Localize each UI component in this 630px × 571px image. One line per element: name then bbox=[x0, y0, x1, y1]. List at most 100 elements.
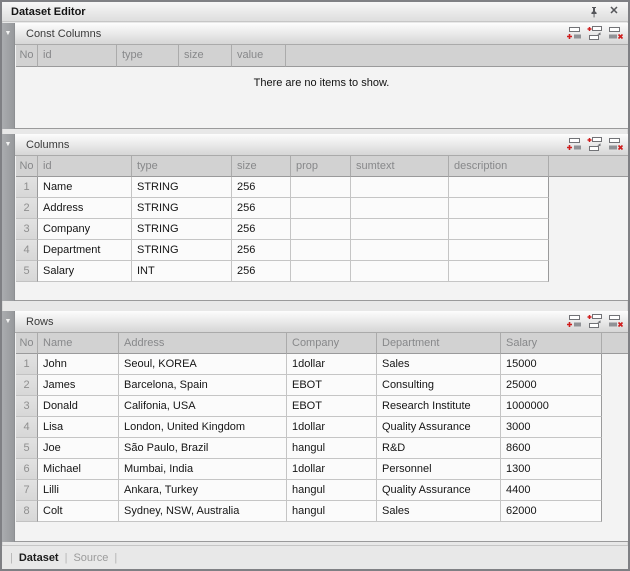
insert-row-button[interactable] bbox=[586, 136, 604, 153]
grid-cell-id[interactable]: Salary bbox=[38, 261, 132, 282]
grid-cell-id[interactable]: Address bbox=[38, 198, 132, 219]
grid-cell-id[interactable]: Name bbox=[38, 177, 132, 198]
grid-cell-department[interactable]: Quality Assurance bbox=[377, 480, 501, 501]
grid-cell-salary[interactable]: 3000 bbox=[501, 417, 602, 438]
grid-cell-company[interactable]: 1dollar bbox=[287, 459, 377, 480]
grid-cell-name[interactable]: Lilli bbox=[38, 480, 119, 501]
grid-cell-prop[interactable] bbox=[291, 240, 351, 261]
row-number-cell[interactable]: 5 bbox=[16, 261, 38, 282]
grid-cell-name[interactable]: James bbox=[38, 375, 119, 396]
grid-cell-type[interactable]: STRING bbox=[132, 219, 232, 240]
grid-cell-address[interactable]: Califonia, USA bbox=[119, 396, 287, 417]
grid-cell-salary[interactable]: 1300 bbox=[501, 459, 602, 480]
row-number-cell[interactable]: 3 bbox=[16, 396, 38, 417]
grid-cell-id[interactable]: Department bbox=[38, 240, 132, 261]
row-number-cell[interactable]: 7 bbox=[16, 480, 38, 501]
tab-dataset[interactable]: Dataset bbox=[19, 552, 59, 564]
grid-cell-department[interactable]: Sales bbox=[377, 501, 501, 522]
grid-cell-company[interactable]: hangul bbox=[287, 438, 377, 459]
grid-cell-salary[interactable]: 8600 bbox=[501, 438, 602, 459]
grid-cell-salary[interactable]: 4400 bbox=[501, 480, 602, 501]
grid-cell-name[interactable]: John bbox=[38, 354, 119, 375]
close-icon[interactable]: ✕ bbox=[606, 4, 622, 19]
grid-cell-description[interactable] bbox=[449, 261, 549, 282]
row-number-cell[interactable]: 6 bbox=[16, 459, 38, 480]
grid-cell-address[interactable]: Mumbai, India bbox=[119, 459, 287, 480]
delete-row-button[interactable] bbox=[607, 25, 625, 42]
row-number-cell[interactable]: 8 bbox=[16, 501, 38, 522]
delete-row-button[interactable] bbox=[607, 313, 625, 330]
grid-cell-company[interactable]: 1dollar bbox=[287, 417, 377, 438]
grid-cell-id[interactable]: Company bbox=[38, 219, 132, 240]
insert-row-button[interactable] bbox=[586, 313, 604, 330]
collapse-strip[interactable]: ▼ bbox=[2, 134, 15, 301]
add-row-button[interactable] bbox=[565, 25, 583, 42]
row-number-cell[interactable]: 4 bbox=[16, 240, 38, 261]
grid-cell-sumtext[interactable] bbox=[351, 219, 449, 240]
grid-cell-description[interactable] bbox=[449, 177, 549, 198]
row-number-cell[interactable]: 3 bbox=[16, 219, 38, 240]
grid-cell-sumtext[interactable] bbox=[351, 261, 449, 282]
grid-cell-size[interactable]: 256 bbox=[232, 261, 291, 282]
grid-cell-size[interactable]: 256 bbox=[232, 198, 291, 219]
grid-cell-salary[interactable]: 1000000 bbox=[501, 396, 602, 417]
grid-cell-address[interactable]: Seoul, KOREA bbox=[119, 354, 287, 375]
grid-cell-company[interactable]: EBOT bbox=[287, 396, 377, 417]
grid-cell-name[interactable]: Joe bbox=[38, 438, 119, 459]
grid-cell-description[interactable] bbox=[449, 240, 549, 261]
grid-cell-type[interactable]: STRING bbox=[132, 198, 232, 219]
grid-cell-address[interactable]: Sydney, NSW, Australia bbox=[119, 501, 287, 522]
pin-icon[interactable] bbox=[586, 4, 602, 19]
grid-cell-prop[interactable] bbox=[291, 261, 351, 282]
grid-cell-company[interactable]: EBOT bbox=[287, 375, 377, 396]
grid-cell-prop[interactable] bbox=[291, 219, 351, 240]
grid-cell-address[interactable]: Barcelona, Spain bbox=[119, 375, 287, 396]
row-number-cell[interactable]: 4 bbox=[16, 417, 38, 438]
grid-cell-size[interactable]: 256 bbox=[232, 240, 291, 261]
grid-cell-description[interactable] bbox=[449, 198, 549, 219]
row-number-cell[interactable]: 2 bbox=[16, 375, 38, 396]
row-number-cell[interactable]: 1 bbox=[16, 177, 38, 198]
grid-cell-department[interactable]: R&D bbox=[377, 438, 501, 459]
grid-cell-name[interactable]: Lisa bbox=[38, 417, 119, 438]
grid-cell-address[interactable]: São Paulo, Brazil bbox=[119, 438, 287, 459]
grid-cell-salary[interactable]: 15000 bbox=[501, 354, 602, 375]
grid-cell-description[interactable] bbox=[449, 219, 549, 240]
grid-cell-salary[interactable]: 62000 bbox=[501, 501, 602, 522]
grid-cell-type[interactable]: STRING bbox=[132, 240, 232, 261]
grid-cell-sumtext[interactable] bbox=[351, 198, 449, 219]
grid-cell-sumtext[interactable] bbox=[351, 177, 449, 198]
grid-cell-department[interactable]: Personnel bbox=[377, 459, 501, 480]
grid-cell-department[interactable]: Quality Assurance bbox=[377, 417, 501, 438]
collapse-strip[interactable]: ▼ bbox=[2, 311, 15, 542]
section-header-const-columns[interactable]: Const Columns bbox=[15, 23, 628, 45]
add-row-button[interactable] bbox=[565, 313, 583, 330]
grid-cell-name[interactable]: Colt bbox=[38, 501, 119, 522]
grid-cell-type[interactable]: INT bbox=[132, 261, 232, 282]
row-number-cell[interactable]: 1 bbox=[16, 354, 38, 375]
delete-row-button[interactable] bbox=[607, 136, 625, 153]
grid-cell-company[interactable]: hangul bbox=[287, 480, 377, 501]
grid-cell-salary[interactable]: 25000 bbox=[501, 375, 602, 396]
grid-cell-prop[interactable] bbox=[291, 198, 351, 219]
grid-cell-size[interactable]: 256 bbox=[232, 219, 291, 240]
insert-row-button[interactable] bbox=[586, 25, 604, 42]
tab-source[interactable]: Source bbox=[73, 552, 108, 564]
grid-cell-size[interactable]: 256 bbox=[232, 177, 291, 198]
grid-cell-company[interactable]: hangul bbox=[287, 501, 377, 522]
section-header-rows[interactable]: Rows bbox=[15, 311, 628, 333]
grid-cell-sumtext[interactable] bbox=[351, 240, 449, 261]
row-number-cell[interactable]: 5 bbox=[16, 438, 38, 459]
row-number-cell[interactable]: 2 bbox=[16, 198, 38, 219]
grid-cell-name[interactable]: Donald bbox=[38, 396, 119, 417]
grid-cell-department[interactable]: Research Institute bbox=[377, 396, 501, 417]
grid-cell-type[interactable]: STRING bbox=[132, 177, 232, 198]
add-row-button[interactable] bbox=[565, 136, 583, 153]
grid-cell-department[interactable]: Consulting bbox=[377, 375, 501, 396]
grid-cell-company[interactable]: 1dollar bbox=[287, 354, 377, 375]
section-header-columns[interactable]: Columns bbox=[15, 134, 628, 156]
grid-cell-prop[interactable] bbox=[291, 177, 351, 198]
collapse-strip[interactable]: ▼ bbox=[2, 23, 15, 129]
grid-cell-address[interactable]: London, United Kingdom bbox=[119, 417, 287, 438]
grid-cell-name[interactable]: Michael bbox=[38, 459, 119, 480]
